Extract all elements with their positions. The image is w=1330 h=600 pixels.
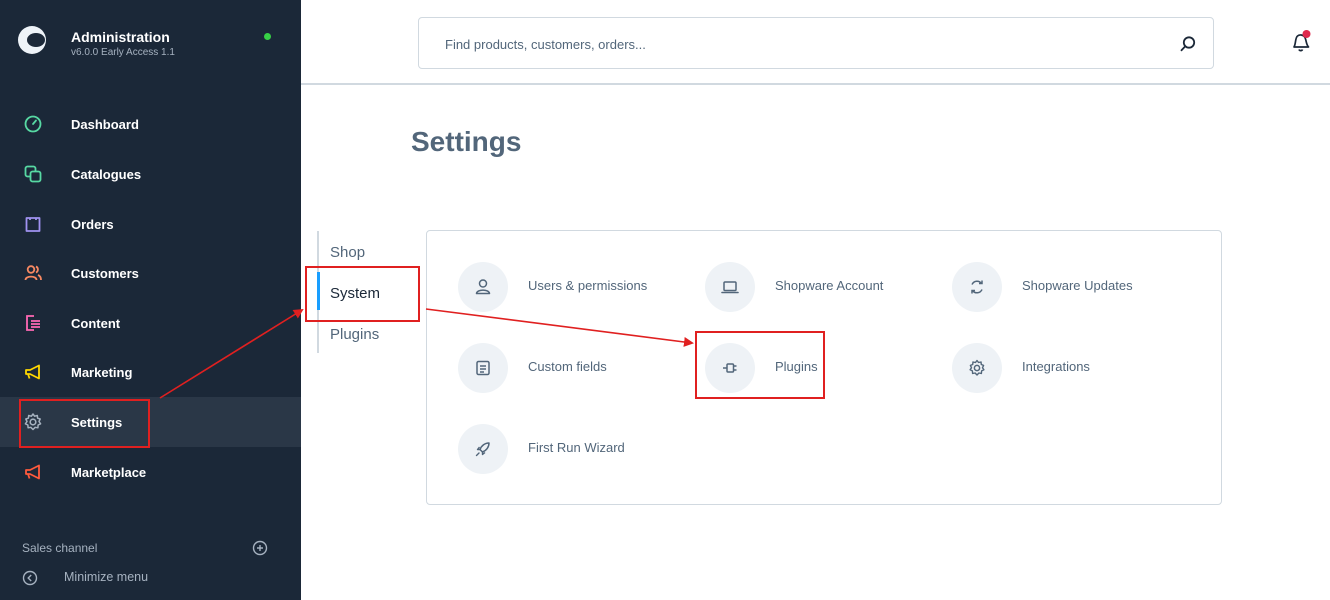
sales-channel-heading: Sales channel — [22, 541, 98, 555]
topbar — [301, 0, 1330, 85]
customers-icon — [23, 263, 43, 283]
dashboard-gauge-icon — [23, 114, 43, 134]
app-title: Administration — [71, 29, 170, 45]
annotation-box-settings — [19, 399, 150, 448]
subnav-item-plugins[interactable]: Plugins — [330, 326, 379, 343]
sidebar-item-label: Content — [71, 315, 121, 331]
search-input[interactable] — [445, 32, 1145, 56]
search-icon[interactable] — [1177, 33, 1199, 55]
orders-bag-icon — [23, 214, 43, 234]
notification-bell-icon[interactable] — [1289, 29, 1313, 55]
marketplace-icon — [23, 462, 43, 482]
sidebar-item-orders[interactable]: Orders — [0, 199, 301, 249]
sidebar-header: Administration v6.0.0 Early Access 1.1 — [0, 0, 301, 84]
tile-label: Users & permissions — [528, 278, 648, 293]
shopware-logo-icon[interactable] — [18, 26, 46, 54]
user-icon — [458, 262, 508, 312]
sidebar-item-marketplace[interactable]: Marketplace — [0, 447, 301, 497]
add-sales-channel-icon[interactable] — [252, 540, 268, 556]
sidebar-item-customers[interactable]: Customers — [0, 248, 301, 298]
laptop-icon — [705, 262, 755, 312]
online-status-dot — [264, 33, 271, 40]
sidebar-item-content[interactable]: Content — [0, 298, 301, 348]
content-icon — [23, 313, 43, 333]
tile-label: Shopware Updates — [1022, 278, 1133, 293]
sidebar-item-label: Marketplace — [71, 464, 147, 480]
page-title: Settings — [411, 126, 522, 157]
tile-label: Shopware Account — [775, 278, 884, 293]
marketing-megaphone-icon — [23, 362, 43, 382]
rocket-icon — [458, 424, 508, 474]
annotation-box-plugins — [695, 331, 825, 399]
tile-label: First Run Wizard — [528, 440, 625, 455]
sidebar-item-label: Dashboard — [71, 116, 139, 132]
gear-icon — [952, 343, 1002, 393]
sidebar-item-label: Orders — [71, 216, 114, 232]
tile-label: Integrations — [1022, 359, 1090, 374]
sidebar-item-catalogues[interactable]: Catalogues — [0, 149, 301, 199]
sidebar-item-label: Marketing — [71, 364, 133, 380]
sidebar-item-label: Customers — [71, 265, 139, 281]
tile-label: Custom fields — [528, 359, 607, 374]
annotation-box-system — [305, 266, 420, 322]
chevron-left-circle-icon — [22, 570, 38, 591]
global-search — [418, 17, 1214, 69]
sidebar-item-marketing[interactable]: Marketing — [0, 347, 301, 397]
refresh-icon — [952, 262, 1002, 312]
list-document-icon — [458, 343, 508, 393]
app-version: v6.0.0 Early Access 1.1 — [71, 47, 175, 58]
sidebar-item-dashboard[interactable]: Dashboard — [0, 99, 301, 149]
sidebar: Administration v6.0.0 Early Access 1.1 D… — [0, 0, 301, 600]
subnav-item-shop[interactable]: Shop — [330, 244, 365, 261]
minimize-menu-label: Minimize menu — [64, 570, 149, 584]
catalogues-icon — [23, 164, 43, 184]
sidebar-item-label: Catalogues — [71, 166, 142, 182]
